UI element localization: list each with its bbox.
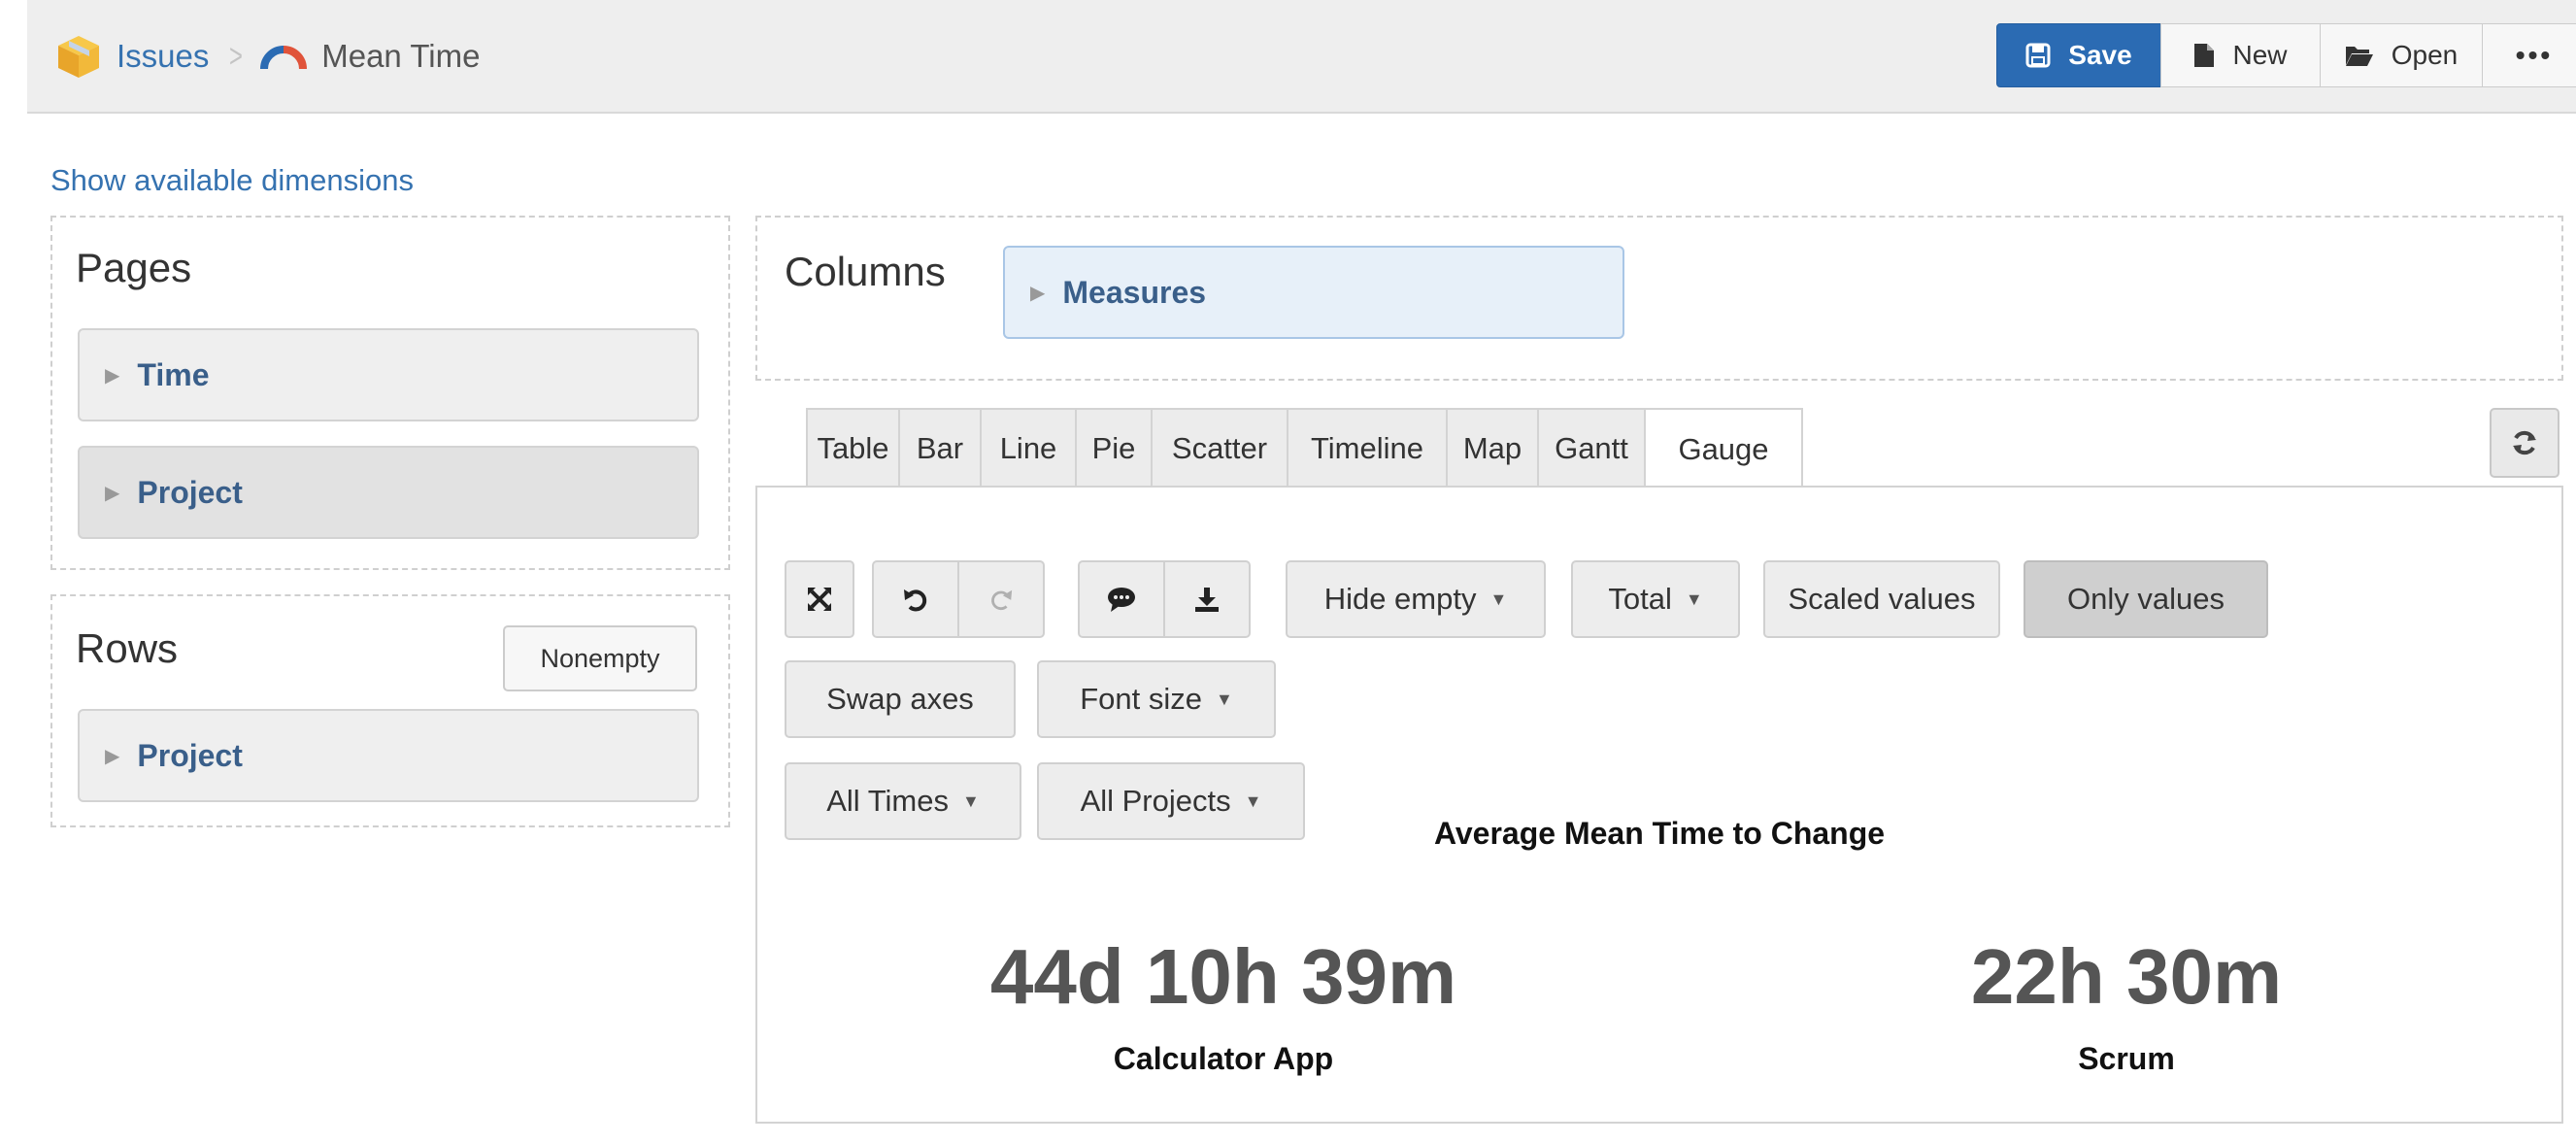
open-button[interactable]: Open <box>2320 23 2483 87</box>
total-dropdown[interactable]: Total ▼ <box>1571 560 1740 638</box>
tab-map[interactable]: Map <box>1446 408 1539 488</box>
nonempty-button[interactable]: Nonempty <box>503 625 697 691</box>
tab-pie[interactable]: Pie <box>1075 408 1153 488</box>
pages-dimension-project[interactable]: ▶ Project <box>78 446 699 539</box>
expand-triangle-icon: ▶ <box>1030 282 1046 304</box>
open-label: Open <box>2391 40 2459 70</box>
pages-dimension-time[interactable]: ▶ Time <box>78 328 699 421</box>
save-label: Save <box>2068 40 2132 70</box>
comment-download-group <box>1078 560 1251 638</box>
redo-button[interactable] <box>957 560 1045 638</box>
total-label: Total <box>1608 582 1672 616</box>
tab-line[interactable]: Line <box>980 408 1077 488</box>
comment-icon <box>1108 588 1135 612</box>
tab-bar[interactable]: Bar <box>898 408 982 488</box>
gauge-value-scrum: 22h 30m <box>1970 933 2283 1020</box>
refresh-icon <box>2513 430 2536 455</box>
breadcrumb-current: Mean Time <box>321 38 481 74</box>
expand-triangle-icon: ▶ <box>105 482 120 504</box>
show-available-dimensions-link[interactable]: Show available dimensions <box>50 163 414 198</box>
more-options-button[interactable]: ••• <box>2482 23 2576 87</box>
floppy-disk-icon <box>2025 43 2051 68</box>
hide-empty-dropdown[interactable]: Hide empty ▼ <box>1286 560 1546 638</box>
folder-open-icon <box>2345 47 2373 66</box>
new-button[interactable]: New <box>2160 23 2321 87</box>
tab-scatter[interactable]: Scatter <box>1151 408 1288 488</box>
report-toolbar: Save New Open ••• <box>1996 23 2576 89</box>
tab-gauge[interactable]: Gauge <box>1644 408 1803 489</box>
dimension-label: Time <box>137 356 210 392</box>
all-projects-label: All Projects <box>1080 784 1231 818</box>
tab-gantt[interactable]: Gantt <box>1537 408 1646 488</box>
caret-down-icon: ▼ <box>1215 689 1233 709</box>
gauge-value-calculator-app: 44d 10h 39m <box>989 933 1457 1020</box>
breadcrumb-issues-link[interactable]: Issues <box>117 38 209 75</box>
tab-table[interactable]: Table <box>806 408 900 488</box>
dimension-label: Project <box>137 737 243 773</box>
expand-triangle-icon: ▶ <box>105 364 120 387</box>
scaled-values-button[interactable]: Scaled values <box>1763 560 2000 638</box>
chart-type-tabs: Table Bar Line Pie Scatter Timeline Map … <box>806 408 1803 489</box>
issues-cube-icon <box>58 36 99 78</box>
font-size-dropdown[interactable]: Font size ▼ <box>1037 660 1276 738</box>
caret-down-icon: ▼ <box>1685 589 1703 609</box>
dimension-label: Project <box>137 474 243 510</box>
fullscreen-icon <box>808 588 831 611</box>
fullscreen-button[interactable] <box>785 560 854 638</box>
caret-down-icon: ▼ <box>1489 589 1508 609</box>
tab-timeline[interactable]: Timeline <box>1287 408 1448 488</box>
hide-empty-label: Hide empty <box>1323 582 1477 616</box>
undo-redo-group <box>872 560 1045 638</box>
rows-dimension-project[interactable]: ▶ Project <box>78 709 699 802</box>
caret-down-icon: ▼ <box>961 791 980 811</box>
font-size-label: Font size <box>1080 682 1202 716</box>
save-button[interactable]: Save <box>1996 23 2161 87</box>
gauge-report-icon <box>260 46 308 70</box>
all-times-label: All Times <box>826 784 949 818</box>
gauge-label-calculator-app: Calculator App <box>1113 1041 1334 1076</box>
chart-container: Hide empty ▼ Total ▼ Scaled values Only … <box>755 486 2563 1124</box>
dimension-label: Measures <box>1062 274 1207 310</box>
gauge-label-scrum: Scrum <box>2078 1041 2175 1076</box>
chart-title: Average Mean Time to Change <box>1433 816 1886 851</box>
columns-dimension-measures[interactable]: ▶ Measures <box>1003 246 1624 339</box>
redo-icon <box>991 589 1013 611</box>
swap-axes-button[interactable]: Swap axes <box>785 660 1016 738</box>
comment-button[interactable] <box>1078 560 1165 638</box>
expand-triangle-icon: ▶ <box>105 745 120 767</box>
only-values-button[interactable]: Only values <box>2024 560 2268 638</box>
undo-button[interactable] <box>872 560 959 638</box>
top-header: Issues > Mean Time Save New Open ••• <box>27 0 2576 114</box>
download-button[interactable] <box>1163 560 1251 638</box>
new-file-icon <box>2194 44 2215 67</box>
caret-down-icon: ▼ <box>1244 791 1262 811</box>
new-label: New <box>2232 40 2288 70</box>
breadcrumb: Issues > Mean Time <box>54 32 480 81</box>
columns-title: Columns <box>785 249 946 294</box>
breadcrumb-separator: > <box>229 37 244 75</box>
refresh-button[interactable] <box>2490 408 2559 478</box>
undo-icon <box>904 589 927 612</box>
download-icon <box>1195 588 1219 612</box>
rows-title: Rows <box>76 625 179 671</box>
fullscreen-group <box>785 560 854 638</box>
pages-title: Pages <box>76 245 192 290</box>
